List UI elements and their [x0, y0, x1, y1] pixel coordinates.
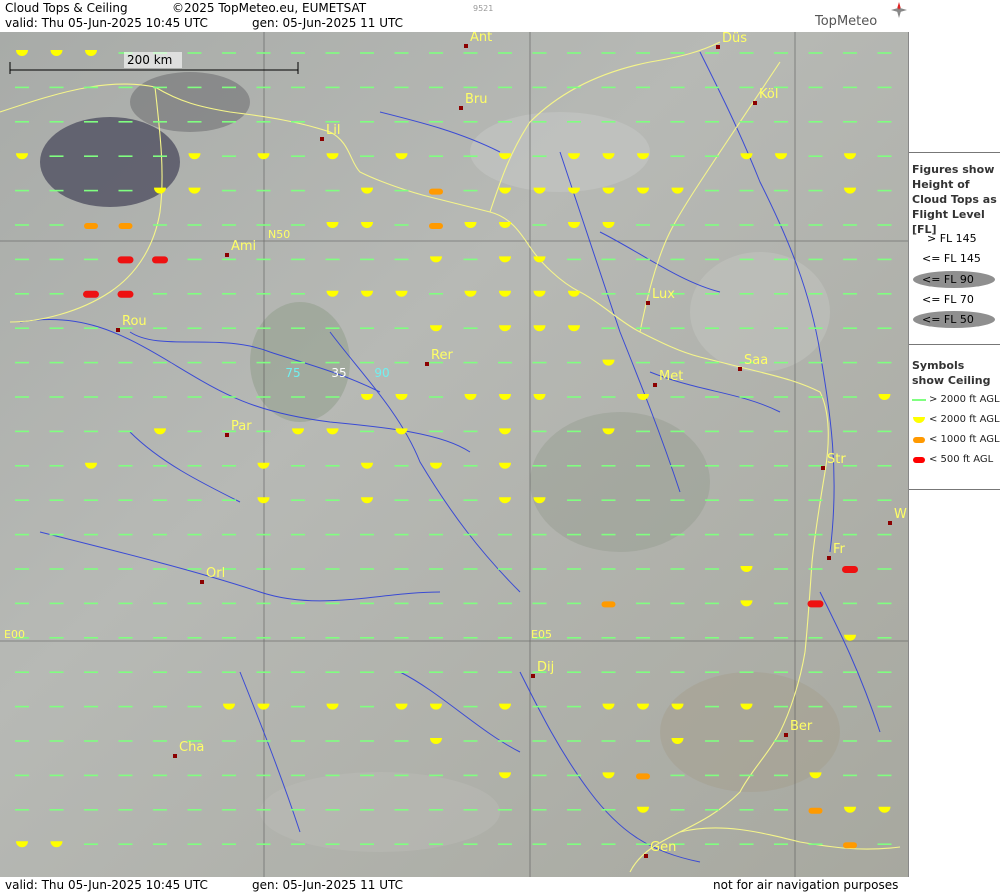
ceiling-mark: [118, 223, 133, 229]
ceiling-mark: [429, 188, 443, 195]
city-marker: [464, 44, 468, 48]
legend-fl-50: <= FL 50: [922, 313, 974, 326]
city-marker: [225, 253, 229, 257]
city-label: Lux: [652, 287, 675, 302]
city-label: Bru: [465, 92, 488, 107]
city-label: Düs: [722, 32, 747, 46]
city-marker: [116, 328, 120, 332]
city-label: Cha: [179, 740, 204, 755]
city-marker: [173, 754, 177, 758]
cloud-tops-map[interactable]: 75 35 90 Ant Düs Bru Köl Lil Ami Lux Rou Rer Met Saa…: [0, 32, 908, 877]
legend-symbol-red: < 500 ft AGL: [912, 454, 993, 465]
city-marker: [738, 367, 742, 371]
footer-disclaimer: not for air navigation purposes: [713, 878, 899, 892]
red-bar-icon: [913, 456, 925, 463]
city-marker: [821, 466, 825, 470]
city-label: Gen: [650, 840, 676, 855]
green-line-icon: [912, 398, 926, 401]
legend-symbol-yellow: < 2000 ft AGL: [912, 414, 1000, 425]
city-marker: [827, 556, 831, 560]
grid-label: N50: [268, 228, 290, 241]
city-marker: [200, 580, 204, 584]
legend-symbol-red-label: < 500 ft AGL: [929, 454, 994, 465]
ceiling-mark: [808, 807, 823, 814]
city-marker: [644, 854, 648, 858]
city-label: Rou: [122, 314, 147, 329]
symbols-legend-title: Symbols show Ceiling: [912, 359, 991, 387]
ceiling-mark: [636, 773, 650, 780]
legend-panel: Figures show Height of Cloud Tops as Fli…: [908, 32, 1000, 877]
legend-symbol-green-label: > 2000 ft AGL: [929, 394, 1000, 405]
cloud-top-label: 75: [285, 366, 300, 380]
legend-symbol-green: > 2000 ft AGL: [912, 394, 1000, 405]
figures-legend-title: Figures show Height of Cloud Tops as Fli…: [912, 163, 997, 236]
city-marker: [784, 733, 788, 737]
footer-valid-time: valid: Thu 05-Jun-2025 10:45 UTC: [5, 878, 208, 892]
city-label: Ant: [470, 32, 492, 45]
city-label: Par: [231, 419, 252, 434]
city-label: W: [894, 507, 907, 522]
city-marker: [888, 521, 892, 525]
scale-label: 200 km: [127, 53, 172, 67]
map-canvas: 75 35 90 Ant Düs Bru Köl Lil Ami Lux Rou Rer Met Saa…: [0, 32, 908, 877]
city-label: Ber: [790, 719, 813, 734]
legend-divider: [909, 152, 1000, 153]
city-marker: [716, 45, 720, 49]
cloud-top-label: 90: [374, 366, 389, 380]
topmeteo-logo: TopMeteo: [815, 2, 907, 29]
generated-time: gen: 05-Jun-2025 11 UTC: [252, 16, 404, 30]
cloud-top-label: 35: [331, 366, 346, 380]
legend-symbol-orange-label: < 1000 ft AGL: [929, 434, 1000, 445]
footer-generated-time: gen: 05-Jun-2025 11 UTC: [252, 878, 404, 892]
yellow-half-disc-icon: [913, 416, 925, 423]
city-marker: [646, 301, 650, 305]
city-label: Fr: [833, 542, 846, 557]
grid-label: E05: [531, 628, 552, 641]
city-marker: [425, 362, 429, 366]
ceiling-mark: [117, 256, 134, 264]
city-marker: [753, 101, 757, 105]
orange-bar-icon: [913, 436, 925, 443]
legend-divider: [909, 489, 1000, 490]
ceiling-mark: [429, 223, 443, 229]
legend-fl-90: <= FL 90: [922, 273, 974, 286]
city-label: Ami: [231, 239, 256, 254]
logo-text: TopMeteo: [815, 14, 878, 29]
ceiling-mark: [84, 223, 98, 229]
ceiling-mark: [117, 290, 134, 298]
legend-fl-above-145: > FL 145: [927, 232, 977, 245]
legend-fl-145: <= FL 145: [922, 252, 981, 265]
ceiling-mark: [152, 256, 168, 264]
legend-symbol-orange: < 1000 ft AGL: [912, 434, 1000, 445]
city-marker: [531, 674, 535, 678]
ceiling-mark: [843, 842, 857, 849]
grid-label: E00: [4, 628, 25, 641]
ceiling-mark: [842, 566, 858, 573]
city-marker: [320, 137, 324, 141]
ceiling-mark: [807, 600, 824, 608]
city-label: Köl: [759, 87, 778, 102]
city-marker: [653, 383, 657, 387]
city-marker: [225, 433, 229, 437]
city-label: Met: [659, 369, 683, 384]
city-label: Lil: [326, 123, 340, 138]
ceiling-mark: [601, 601, 616, 608]
legend-fl-70: <= FL 70: [922, 293, 974, 306]
city-label: Saa: [744, 353, 768, 368]
legend-symbol-yellow-label: < 2000 ft AGL: [929, 414, 1000, 425]
city-marker: [459, 106, 463, 110]
copyright: ©2025 TopMeteo.eu, EUMETSAT: [172, 1, 367, 15]
city-label: Orl: [206, 566, 225, 581]
footer-bar: valid: Thu 05-Jun-2025 10:45 UTC gen: 05…: [0, 877, 1000, 893]
city-label: Dij: [537, 660, 554, 675]
city-label: Str: [827, 452, 846, 467]
valid-time: valid: Thu 05-Jun-2025 10:45 UTC: [5, 16, 208, 30]
image-code: 9521: [473, 4, 494, 13]
legend-divider: [909, 344, 1000, 345]
city-label: Rer: [431, 348, 453, 363]
map-title: Cloud Tops & Ceiling: [5, 1, 128, 15]
compass-icon: [891, 2, 907, 18]
ceiling-mark: [83, 290, 99, 298]
